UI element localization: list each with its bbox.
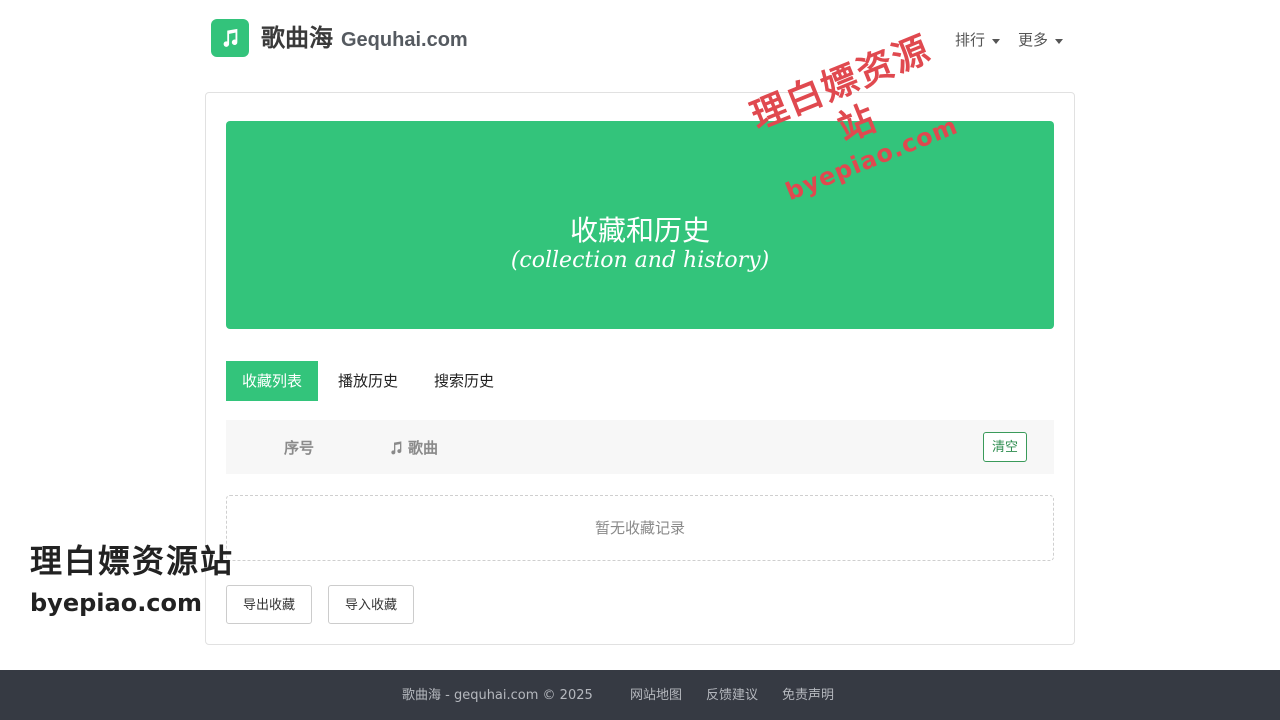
- site-footer: 歌曲海 - gequhai.com © 2025 网站地图 反馈建议 免责声明: [0, 670, 1280, 720]
- column-song: 歌曲: [388, 438, 438, 458]
- import-button[interactable]: 导入收藏: [328, 585, 415, 624]
- brand-name[interactable]: 歌曲海: [261, 22, 333, 54]
- brand-domain[interactable]: Gequhai.com: [341, 26, 468, 54]
- nav-ranking[interactable]: 排行: [955, 30, 1001, 50]
- hero-title: 收藏和历史: [569, 214, 710, 247]
- nav-ranking-label: 排行: [955, 31, 986, 49]
- site-header: 歌曲海 Gequhai.com 排行 更多: [0, 0, 1280, 80]
- footer-link-feedback[interactable]: 反馈建议: [706, 687, 758, 705]
- watermark-corner-line2: byepiao.com: [30, 589, 203, 617]
- logo-icon[interactable]: [211, 19, 249, 57]
- watermark-corner: 理白嫖资源站 byepiao.com: [30, 540, 234, 620]
- column-index: 序号: [284, 439, 315, 457]
- footer-link-disclaimer[interactable]: 免责声明: [782, 687, 834, 705]
- main-card: 收藏和历史 (collection and history) 收藏列表 播放历史…: [205, 92, 1075, 645]
- hero-banner: 收藏和历史 (collection and history): [226, 121, 1054, 329]
- tab-search-history[interactable]: 搜索历史: [418, 361, 510, 401]
- column-song-label: 歌曲: [408, 439, 439, 457]
- tab-play-history[interactable]: 播放历史: [322, 361, 414, 401]
- music-note-icon: [223, 28, 238, 47]
- nav-more[interactable]: 更多: [1018, 30, 1064, 50]
- footer-link-sitemap[interactable]: 网站地图: [630, 687, 682, 705]
- clear-button[interactable]: 清空: [982, 432, 1027, 462]
- footer-copyright: 歌曲海 - gequhai.com © 2025: [402, 688, 593, 703]
- caret-down-icon: [1055, 38, 1064, 44]
- empty-state: 暂无收藏记录: [226, 495, 1054, 561]
- watermark-corner-line1: 理白嫖资源站: [30, 542, 235, 580]
- hero-subtitle: (collection and history): [510, 248, 770, 273]
- caret-down-icon: [992, 38, 1001, 44]
- tab-collection[interactable]: 收藏列表: [226, 361, 319, 401]
- export-button[interactable]: 导出收藏: [226, 585, 313, 624]
- nav-more-label: 更多: [1018, 31, 1049, 49]
- table-header: 序号 歌曲 清空: [226, 420, 1054, 474]
- music-note-icon: [391, 441, 402, 455]
